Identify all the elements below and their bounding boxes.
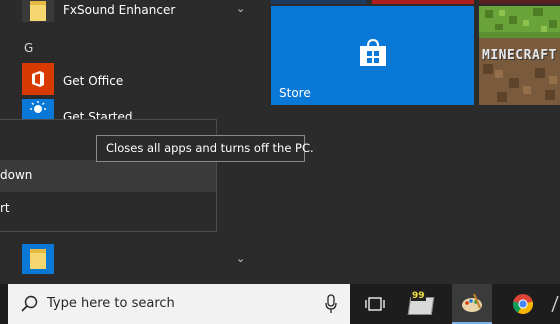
minecraft-tile[interactable]: MINECRAFT <box>479 6 560 105</box>
app-label-fxsound: FxSound Enhancer <box>63 3 176 17</box>
section-letter-g[interactable]: G <box>24 41 33 55</box>
folder-icon <box>22 244 54 274</box>
tile-strip <box>372 0 474 4</box>
app-item-folder[interactable]: ⌄ <box>0 244 258 280</box>
tile-strip <box>479 0 560 4</box>
shutdown-label: down <box>0 168 33 182</box>
store-tile[interactable]: Store <box>271 6 474 105</box>
app-item-get-office[interactable]: Get Office <box>0 63 258 99</box>
lightbulb-icon <box>22 99 54 119</box>
overflow-indicator[interactable] <box>548 294 560 314</box>
office-icon <box>22 63 54 95</box>
task-view-icon <box>365 297 385 311</box>
chrome-app-button[interactable] <box>505 284 541 324</box>
cpu-monitor-icon: 99 <box>407 291 435 315</box>
microphone-icon[interactable] <box>325 294 337 318</box>
power-menu-item-restart[interactable]: rt <box>0 193 216 225</box>
restart-label: rt <box>0 201 10 215</box>
app-label-get-office: Get Office <box>63 74 124 88</box>
store-icon <box>358 38 388 71</box>
shutdown-tooltip: Closes all apps and turns off the PC. <box>96 135 314 162</box>
search-icon <box>21 295 38 316</box>
tile-strip <box>271 0 367 4</box>
app-item-fxsound[interactable]: FxSound Enhancer ⌄ <box>0 0 258 36</box>
task-view-button[interactable] <box>362 284 388 324</box>
taskbar: Type here to search 99 <box>0 284 560 324</box>
search-placeholder: Type here to search <box>47 296 175 311</box>
cpu-monitor-app-button[interactable]: 99 <box>400 284 440 324</box>
chevron-down-icon[interactable]: ⌄ <box>236 252 245 265</box>
chrome-icon <box>512 294 534 315</box>
taskbar-search-box[interactable]: Type here to search <box>8 284 350 324</box>
chevron-down-icon[interactable]: ⌄ <box>236 2 245 15</box>
paint-app-button[interactable] <box>452 284 492 324</box>
paint-palette-icon <box>462 293 482 312</box>
minecraft-logo-text: MINECRAFT <box>482 48 557 63</box>
folder-icon <box>22 0 54 22</box>
store-tile-label: Store <box>279 86 311 100</box>
power-menu-item-shutdown[interactable]: down <box>0 160 216 192</box>
cpu-badge: 99 <box>411 291 426 301</box>
